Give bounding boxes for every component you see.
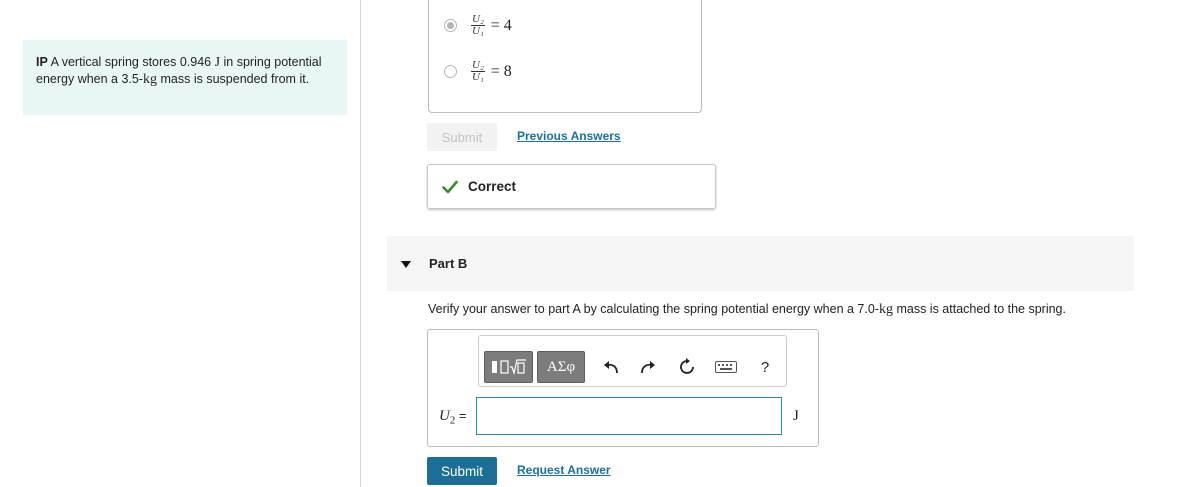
- answer-variable: U: [439, 408, 450, 424]
- radio-button[interactable]: [444, 65, 457, 78]
- part-title: Part B: [429, 256, 468, 271]
- checkmark-icon: [442, 180, 458, 193]
- answer-input[interactable]: [476, 397, 782, 435]
- choice-value: = 8: [490, 62, 512, 80]
- fraction-denominator: U₁: [472, 71, 484, 83]
- question-text: Verify your answer to part A by calculat…: [428, 302, 1066, 318]
- question-text-2: mass is attached to the spring.: [896, 302, 1066, 316]
- redo-icon[interactable]: [639, 358, 657, 376]
- choice-value: = 4: [490, 16, 512, 34]
- multiple-choice-box: U₂ U₁ = 4 U₂ U₁ = 8: [428, 0, 702, 113]
- part-b-header[interactable]: Part B: [387, 236, 1134, 291]
- answer-label: U2 =: [439, 408, 466, 427]
- undo-icon[interactable]: [602, 358, 620, 376]
- problem-prefix: IP: [36, 55, 48, 69]
- problem-unit-2: kg: [143, 72, 158, 87]
- fraction: U₂ U₁: [471, 14, 485, 37]
- radio-button-selected[interactable]: [444, 19, 457, 32]
- reset-icon[interactable]: [678, 358, 696, 376]
- feedback-label: Correct: [468, 179, 517, 194]
- question-text-1: Verify your answer to part A by calculat…: [428, 302, 879, 316]
- submit-button[interactable]: Submit: [427, 457, 497, 485]
- templates-button[interactable]: [484, 351, 533, 383]
- problem-text-3: mass is suspended from it.: [160, 72, 310, 86]
- answer-box: ΑΣφ ? U2 = J: [427, 329, 819, 447]
- submit-button-disabled: Submit: [427, 123, 497, 151]
- greek-symbols-button[interactable]: ΑΣφ: [537, 351, 585, 383]
- keyboard-icon[interactable]: [715, 361, 737, 373]
- previous-answers-link[interactable]: Previous Answers: [517, 129, 621, 143]
- problem-text-1: A vertical spring stores 0.946: [50, 55, 212, 69]
- problem-statement: IP A vertical spring stores 0.946 J in s…: [23, 40, 347, 115]
- answer-equals: =: [458, 408, 467, 423]
- help-icon[interactable]: ?: [756, 358, 774, 376]
- question-unit: kg: [878, 302, 893, 317]
- caret-down-icon[interactable]: [401, 261, 411, 268]
- answer-subscript: 2: [449, 414, 456, 427]
- request-answer-link[interactable]: Request Answer: [517, 463, 611, 477]
- column-divider: [360, 0, 361, 487]
- math-toolbar: ΑΣφ ?: [478, 335, 787, 387]
- templates-icon: [491, 359, 526, 376]
- unit-label: J: [793, 408, 799, 424]
- choice-option-1[interactable]: U₂ U₁ = 4: [444, 14, 512, 37]
- fraction: U₂ U₁: [471, 60, 485, 83]
- choice-option-2[interactable]: U₂ U₁ = 8: [444, 60, 512, 83]
- feedback-box: Correct: [427, 164, 716, 209]
- fraction-denominator: U₁: [472, 25, 484, 37]
- problem-unit-1: J: [214, 55, 221, 70]
